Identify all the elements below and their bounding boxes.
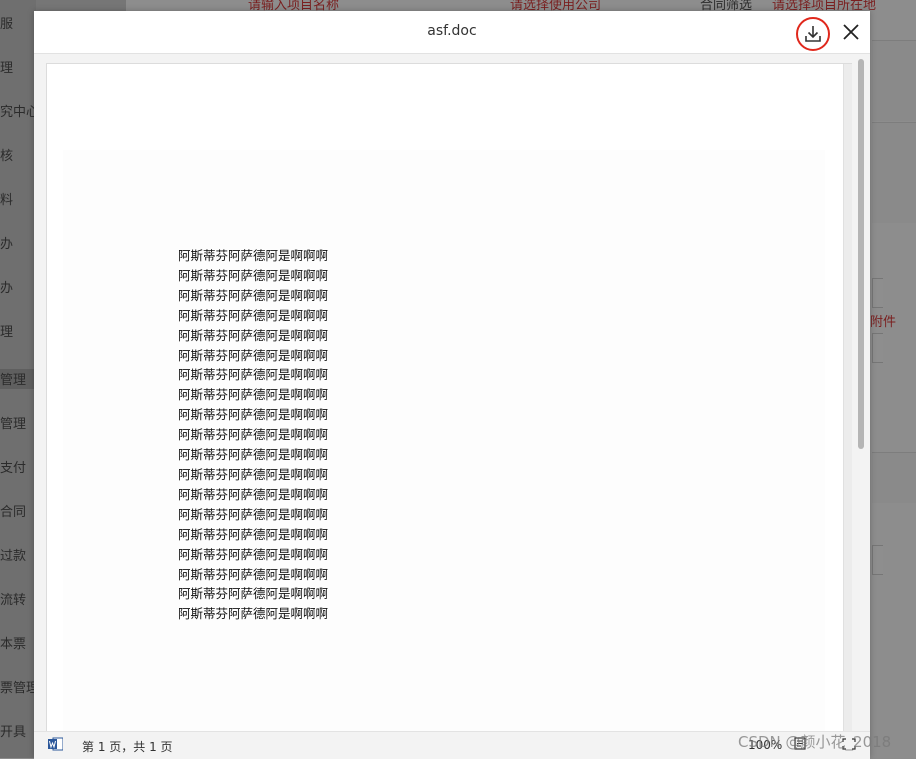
document-line: 阿斯蒂芬阿萨德阿是啊啊啊: [178, 287, 329, 303]
background-input: [872, 333, 883, 363]
sidebar-item[interactable]: 管理: [0, 413, 36, 433]
sidebar-item[interactable]: 开具: [0, 721, 36, 741]
document-line: 阿斯蒂芬阿萨德阿是啊啊啊: [178, 367, 329, 383]
document-line: 阿斯蒂芬阿萨德阿是啊啊啊: [178, 427, 329, 443]
document-line: 阿斯蒂芬阿萨德阿是啊啊啊: [178, 486, 329, 502]
background-input: [872, 545, 883, 575]
document-text: 阿斯蒂芬阿萨德阿是啊啊啊 阿斯蒂芬阿萨德阿是啊啊啊 阿斯蒂芬阿萨德阿是啊啊啊 阿斯蒂芬…: [178, 246, 328, 624]
sidebar-item[interactable]: 支付: [0, 457, 36, 477]
sidebar-item[interactable]: 理: [0, 321, 36, 341]
document-line: 阿斯蒂芬阿萨德阿是啊啊啊: [178, 526, 329, 542]
page-count-label: 第 1 页，共 1 页: [82, 740, 173, 754]
sidebar-item[interactable]: 流转: [0, 589, 36, 609]
background-panel: [872, 452, 916, 503]
sidebar-item[interactable]: 料: [0, 189, 36, 209]
sidebar-item[interactable]: 服: [0, 13, 36, 33]
document-line: 阿斯蒂芬阿萨德阿是啊啊啊: [178, 447, 329, 463]
document-line: 阿斯蒂芬阿萨德阿是啊啊啊: [178, 586, 329, 602]
document-line: 阿斯蒂芬阿萨德阿是啊啊啊: [178, 248, 329, 263]
document-page: 阿斯蒂芬阿萨德阿是啊啊啊 阿斯蒂芬阿萨德阿是啊啊啊 阿斯蒂芬阿萨德阿是啊啊啊 阿斯蒂芬…: [47, 64, 844, 732]
sidebar-item[interactable]: 究中心: [0, 101, 36, 121]
document-line: 阿斯蒂芬阿萨德阿是啊啊啊: [178, 466, 329, 482]
watermark: CSDN @颜小花_2018: [738, 733, 892, 751]
document-line: 阿斯蒂芬阿萨德阿是啊啊啊: [178, 546, 329, 562]
modal-title: asf.doc: [427, 23, 477, 39]
sidebar-item[interactable]: 过款: [0, 545, 36, 565]
document-line: 阿斯蒂芬阿萨德阿是啊啊啊: [178, 407, 329, 423]
sidebar-item[interactable]: 本票: [0, 633, 36, 653]
document-line: 阿斯蒂芬阿萨德阿是啊啊啊: [178, 566, 329, 582]
scrollbar-thumb[interactable]: [858, 59, 864, 449]
document-line: 阿斯蒂芬阿萨德阿是啊啊啊: [178, 387, 329, 403]
download-icon: [805, 26, 821, 42]
page-content-area: 阿斯蒂芬阿萨德阿是啊啊啊 阿斯蒂芬阿萨德阿是啊啊啊 阿斯蒂芬阿萨德阿是啊啊啊 阿斯蒂芬…: [63, 150, 825, 732]
background-attachment-label: 附件: [870, 315, 897, 330]
background-panel: [872, 40, 916, 121]
sidebar-item[interactable]: 合同: [0, 501, 36, 521]
background-panel: [872, 122, 916, 223]
sidebar-item[interactable]: 票管理: [0, 677, 36, 697]
document-preview-modal: asf.doc 阿斯蒂芬阿萨德阿是啊啊啊 阿斯蒂芬阿萨德阿是啊啊啊 阿斯蒂芬阿萨德阿…: [34, 11, 870, 759]
sidebar-item[interactable]: 办: [0, 277, 36, 297]
document-line: 阿斯蒂芬阿萨德阿是啊啊啊: [178, 307, 329, 323]
background-sidebar: 服理究中心核料办办理管理 管理 支付 合同 过款 流转 本票 票管理 开具: [0, 0, 36, 758]
modal-header: asf.doc: [34, 11, 870, 54]
document-line: 阿斯蒂芬阿萨德阿是啊啊啊: [178, 606, 329, 622]
sidebar-item[interactable]: 管理: [0, 369, 36, 389]
background-input: [872, 278, 883, 308]
close-button[interactable]: [839, 20, 863, 44]
sidebar-item[interactable]: 核: [0, 145, 36, 165]
close-icon: [843, 24, 859, 40]
document-line: 阿斯蒂芬阿萨德阿是啊啊啊: [178, 327, 329, 343]
sidebar-item[interactable]: 理: [0, 57, 36, 77]
sidebar-item[interactable]: 办: [0, 233, 36, 253]
document-line: 阿斯蒂芬阿萨德阿是啊啊啊: [178, 347, 329, 363]
download-button[interactable]: [796, 17, 830, 51]
document-viewer: 阿斯蒂芬阿萨德阿是啊啊啊 阿斯蒂芬阿萨德阿是啊啊啊 阿斯蒂芬阿萨德阿是啊啊啊 阿斯蒂芬…: [46, 63, 860, 733]
word-document-icon: [48, 737, 63, 751]
document-line: 阿斯蒂芬阿萨德阿是啊啊啊: [178, 506, 329, 522]
document-line: 阿斯蒂芬阿萨德阿是啊啊啊: [178, 267, 329, 283]
